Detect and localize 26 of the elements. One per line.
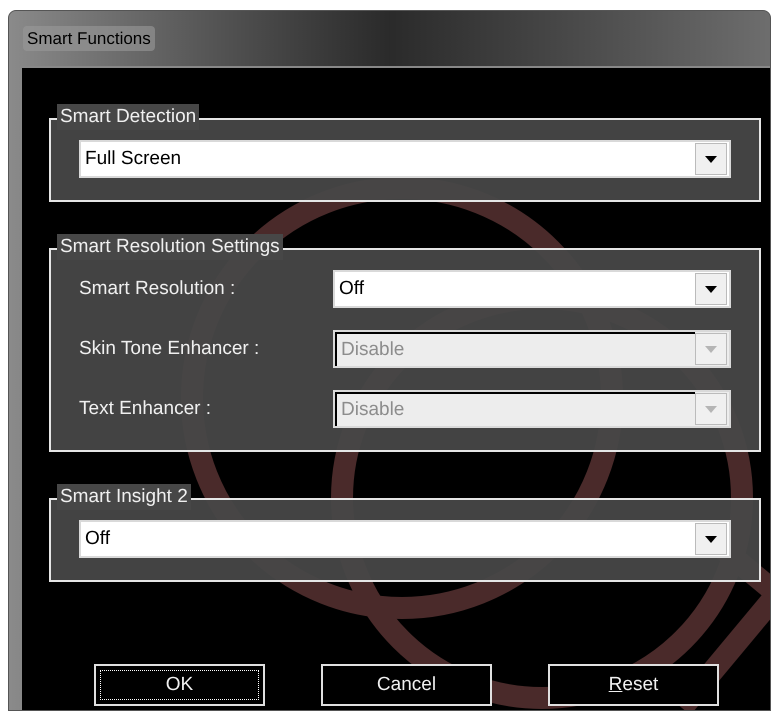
caret-icon [705, 286, 717, 292]
window-title: Smart Functions [23, 26, 155, 52]
dropdown[interactable]: Off [333, 270, 731, 308]
dropdown-arrow-button[interactable] [695, 273, 727, 305]
dropdown-value: Off [84, 526, 111, 551]
dialog-button[interactable]: Reset [548, 664, 719, 706]
caret-icon [705, 536, 717, 542]
dropdown[interactable]: Full Screen [79, 140, 731, 178]
caret-icon [705, 406, 717, 412]
dropdown[interactable]: Off [79, 520, 731, 558]
field-label: Smart Resolution : [79, 276, 236, 301]
dropdown-value: Full Screen [84, 146, 182, 171]
dropdown-arrow-button[interactable] [695, 523, 727, 555]
group-title: Smart Detection [57, 104, 200, 130]
dialog-button[interactable]: OK [94, 664, 265, 706]
field-label: Text Enhancer : [79, 396, 212, 421]
caret-icon [705, 346, 717, 352]
dropdown-value: Off [338, 276, 365, 301]
dialog-button[interactable]: Cancel [321, 664, 492, 706]
dropdown-value: Disable [335, 392, 695, 426]
dropdown-arrow-button[interactable] [695, 143, 727, 175]
group-title: Smart Resolution Settings [57, 234, 283, 260]
dropdown-value: Disable [335, 332, 695, 366]
group-title: Smart Insight 2 [57, 484, 191, 510]
caret-icon [705, 156, 717, 162]
field-label: Skin Tone Enhancer : [79, 336, 260, 361]
